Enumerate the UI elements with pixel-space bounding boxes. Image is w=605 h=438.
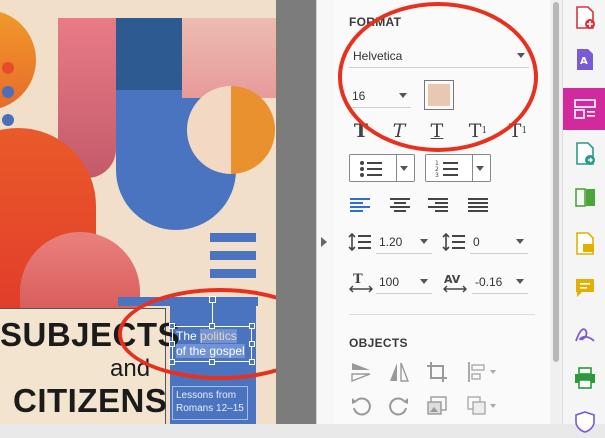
align-left-icon[interactable] (349, 196, 371, 214)
svg-text:3: 3 (435, 172, 439, 178)
horizontal-scale-select[interactable]: 100 (376, 270, 432, 294)
tools-sidebar: A (562, 0, 605, 433)
flip-horizontal-icon[interactable] (387, 360, 411, 384)
rotate-left-icon[interactable] (349, 394, 373, 418)
poster-page: SUBJECTS and CITIZENS The politics of th… (0, 0, 276, 424)
edit-pdf-icon[interactable] (563, 88, 605, 130)
character-spacing-icon: AV (442, 271, 468, 293)
align-center-icon[interactable] (389, 196, 411, 214)
line-spacing-icon (348, 232, 372, 252)
comment-icon[interactable] (569, 272, 601, 304)
paragraph-spacing-select[interactable]: 0 (470, 230, 528, 254)
numbered-list-button[interactable]: 123 (425, 154, 491, 182)
character-spacing-value: -0.16 (475, 274, 503, 289)
svg-text:A: A (580, 56, 588, 67)
export-pdf-icon[interactable]: A (569, 44, 601, 76)
arrange-objects-icon[interactable] (465, 394, 499, 418)
subtitle-line-2: Romans 12–15 (176, 403, 244, 414)
paragraph-spacing-value: 0 (473, 234, 480, 249)
character-spacing-select[interactable]: -0.16 (472, 270, 528, 294)
create-pdf-icon[interactable] (569, 2, 601, 34)
orange-circle (187, 86, 275, 174)
svg-text:T: T (353, 272, 363, 287)
chevron-down-icon (420, 239, 428, 244)
blue-bar-1 (210, 233, 256, 242)
align-justify-icon[interactable] (467, 196, 489, 214)
blue-dot-1 (2, 86, 14, 98)
small-orange-dot (2, 62, 14, 74)
svg-text:AV: AV (444, 273, 461, 286)
protect-icon[interactable] (569, 406, 601, 438)
blue-bar-2 (210, 251, 256, 260)
bullet-list-icon (358, 160, 384, 178)
line-spacing-select[interactable]: 1.20 (376, 230, 432, 254)
divider (396, 155, 397, 181)
line-spacing-value: 1.20 (379, 234, 403, 249)
print-production-icon[interactable] (569, 362, 601, 394)
expand-arrow-icon[interactable] (321, 237, 327, 247)
replace-image-icon[interactable] (425, 394, 449, 418)
chevron-down-icon[interactable] (476, 166, 484, 171)
blue-dot-2 (2, 114, 14, 126)
chevron-down-icon (516, 239, 524, 244)
horizontal-scale-icon: T (348, 271, 374, 293)
organize-pages-icon[interactable] (569, 182, 601, 214)
panel-collapse-strip[interactable] (316, 0, 334, 424)
align-right-icon[interactable] (427, 196, 449, 214)
blue-bar-3 (210, 269, 256, 278)
document-canvas[interactable]: SUBJECTS and CITIZENS The politics of th… (0, 0, 316, 424)
chevron-down-icon (420, 279, 428, 284)
rotate-right-icon[interactable] (387, 394, 411, 418)
section-divider (349, 314, 535, 315)
horizontal-scale-value: 100 (379, 274, 400, 289)
title-line-3: CITIZENS (13, 382, 168, 419)
fill-sign-icon[interactable] (569, 318, 601, 350)
subtitle-text-box[interactable]: Lessons from Romans 12–15 (172, 386, 248, 420)
flip-vertical-icon[interactable] (349, 360, 373, 384)
format-panel: FORMAT Helvetica 16 T T T T1 T1 123 1.20… (334, 0, 550, 424)
chevron-down-icon (516, 279, 524, 284)
numbered-list-icon: 123 (434, 160, 460, 178)
crop-icon[interactable] (425, 360, 449, 384)
scrollbar-thumb[interactable] (553, 2, 559, 362)
divider (472, 155, 473, 181)
objects-section-title: OBJECTS (349, 336, 408, 350)
chevron-down-icon[interactable] (400, 166, 408, 171)
comment-pdf-icon[interactable] (569, 228, 601, 260)
paragraph-spacing-icon (442, 232, 466, 252)
bullet-list-button[interactable] (349, 154, 415, 182)
subtitle-line-1: Lessons from (176, 390, 237, 401)
annotation-ellipse-panel (338, 2, 538, 152)
panel-scrollbar[interactable] (550, 0, 562, 424)
align-objects-icon[interactable] (465, 360, 499, 384)
convert-icon[interactable] (569, 138, 601, 170)
